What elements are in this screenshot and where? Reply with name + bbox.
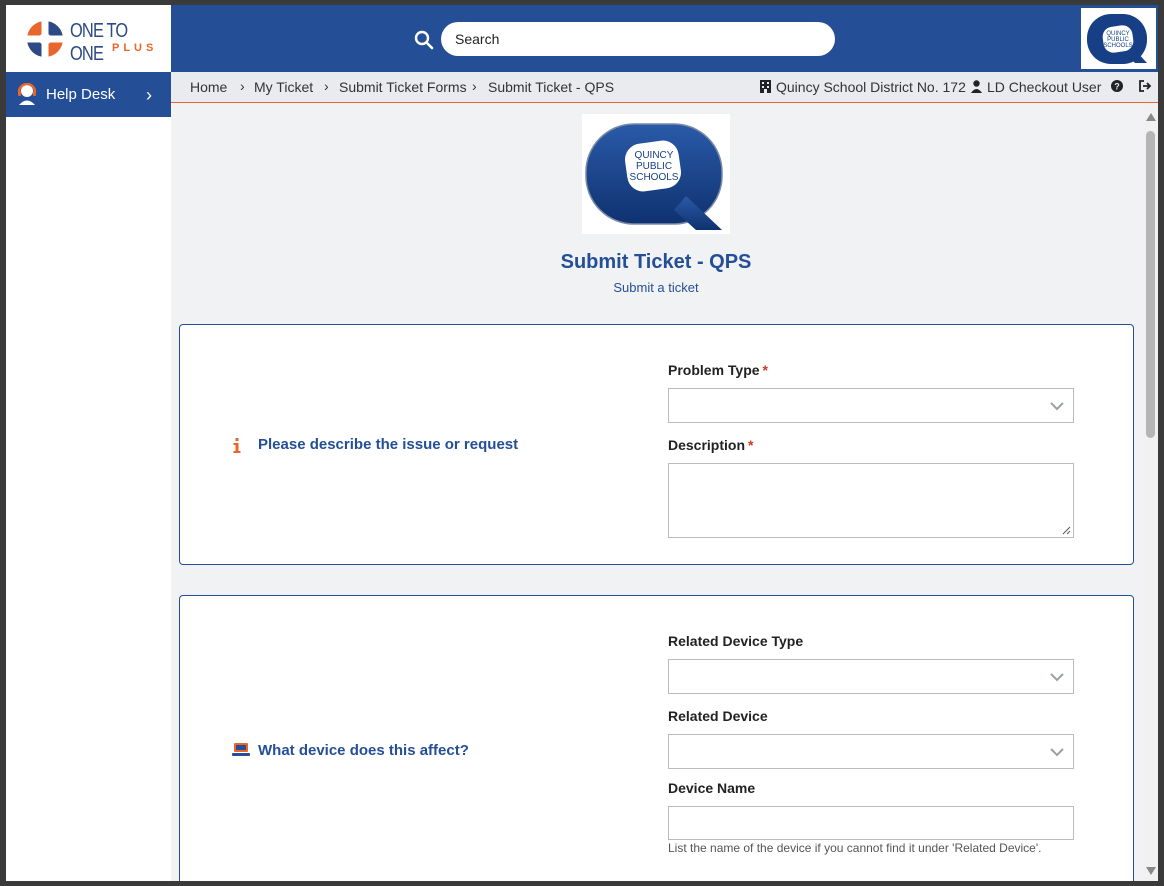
search-input[interactable]: [455, 29, 815, 49]
brand-logo-icon: [27, 21, 63, 57]
breadcrumb-bar: Home › My Ticket › Submit Ticket Forms ›…: [171, 72, 1158, 103]
problem-type-select[interactable]: [668, 388, 1074, 423]
issue-section-card: Please describe the issue or request Pro…: [179, 324, 1134, 565]
search-box[interactable]: [441, 22, 835, 56]
chevron-right-icon: ›: [324, 78, 329, 94]
chevron-down-icon: [1050, 402, 1064, 411]
device-name-label: Device Name: [668, 780, 756, 796]
page-title: Submit Ticket - QPS: [560, 251, 752, 273]
related-device-label: Related Device: [668, 708, 768, 724]
related-device-type-label: Related Device Type: [668, 633, 804, 649]
issue-section-heading: Please describe the issue or request: [258, 436, 519, 453]
chevron-right-icon: ›: [240, 78, 245, 94]
logout-icon[interactable]: [1139, 80, 1152, 92]
brand-logo[interactable]: ONE TO ONE PLUS: [6, 5, 171, 72]
page-scrollbar[interactable]: [1143, 103, 1158, 881]
device-name-hint: List the name of the device if you canno…: [668, 841, 1042, 855]
app-window: ONE TO ONE PLUS QUINCY PUBLIC SCHOOLS: [6, 5, 1158, 881]
school-logo-line3: SCHOOLS: [630, 172, 679, 183]
description-textarea[interactable]: [668, 463, 1074, 538]
scroll-up-icon[interactable]: [1146, 113, 1156, 121]
school-logo-large-icon: QUINCY PUBLIC SCHOOLS: [585, 123, 723, 230]
scroll-down-icon[interactable]: [1146, 867, 1156, 875]
sidebar-item-label: Help Desk: [46, 86, 116, 103]
svg-text:SCHOOLS: SCHOOLS: [1103, 43, 1132, 49]
school-logo: QUINCY PUBLIC SCHOOLS: [582, 114, 730, 234]
related-device-type-select[interactable]: [668, 659, 1074, 694]
device-section-card: What device does this affect? Related De…: [179, 595, 1134, 881]
breadcrumb-my-ticket[interactable]: My Ticket: [254, 79, 313, 95]
laptop-icon: [232, 743, 250, 756]
info-icon: [233, 438, 241, 453]
help-icon[interactable]: ?: [1111, 80, 1123, 92]
device-name-input[interactable]: [668, 806, 1074, 840]
search-icon[interactable]: [414, 30, 434, 50]
required-mark: *: [748, 437, 754, 453]
chevron-right-icon: ›: [146, 85, 152, 105]
problem-type-label: Problem Type *: [668, 362, 768, 378]
svg-text:?: ?: [1114, 82, 1120, 92]
school-logo-line2: PUBLIC: [636, 161, 672, 172]
school-logo-icon: QUINCY PUBLIC SCHOOLS: [1087, 14, 1147, 64]
district-name[interactable]: Quincy School District No. 172: [776, 79, 966, 95]
main-content: QUINCY PUBLIC SCHOOLS Submit Ticket - QP…: [171, 103, 1158, 881]
breadcrumb-current: Submit Ticket - QPS: [488, 79, 615, 95]
breadcrumb-home[interactable]: Home: [190, 79, 227, 95]
required-mark: *: [762, 362, 768, 378]
description-label: Description *: [668, 437, 754, 453]
school-logo-line1: QUINCY: [635, 150, 674, 161]
building-icon: [760, 80, 771, 93]
brand-plus: PLUS: [112, 42, 158, 54]
related-device-select[interactable]: [668, 734, 1074, 769]
chevron-right-icon: ›: [472, 78, 477, 94]
user-icon: [971, 80, 982, 93]
resize-grip-icon[interactable]: [1061, 525, 1071, 535]
sidebar: Help Desk ›: [6, 72, 171, 881]
user-name[interactable]: LD Checkout User: [987, 79, 1101, 95]
sidebar-item-help-desk[interactable]: Help Desk ›: [6, 72, 171, 117]
device-section-heading: What device does this affect?: [258, 742, 469, 759]
top-bar: ONE TO ONE PLUS QUINCY PUBLIC SCHOOLS: [6, 5, 1158, 72]
headset-icon: [17, 83, 37, 105]
breadcrumb-submit-ticket-forms[interactable]: Submit Ticket Forms: [339, 79, 467, 95]
school-logo-thumb: QUINCY PUBLIC SCHOOLS: [1081, 8, 1156, 69]
chevron-down-icon: [1050, 673, 1064, 682]
page-subtitle: Submit a ticket: [613, 280, 699, 295]
scrollbar-thumb[interactable]: [1146, 131, 1155, 438]
chevron-down-icon: [1050, 748, 1064, 757]
